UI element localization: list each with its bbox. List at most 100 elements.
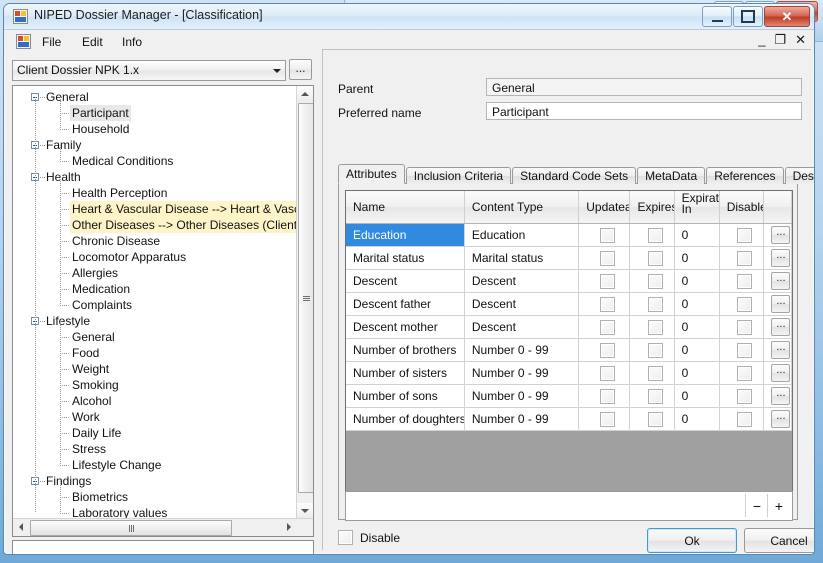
cell-expires[interactable] [629, 407, 675, 431]
disabled-checkbox[interactable] [737, 227, 753, 243]
col-disabled[interactable]: Disabled [719, 191, 764, 224]
table-row[interactable]: Education Education 0... [346, 223, 792, 247]
cell-content-type[interactable]: Number 0 - 99 [464, 361, 580, 385]
cell-name[interactable]: Number of sisters [346, 361, 465, 385]
cell-disabled[interactable] [719, 361, 764, 385]
tree-item[interactable]: Health [13, 169, 297, 185]
row-more-button[interactable]: ... [771, 272, 791, 290]
expires-checkbox[interactable] [648, 250, 663, 266]
tree-item[interactable]: Lifestyle Change [13, 457, 297, 473]
row-more-button[interactable]: ... [771, 410, 791, 428]
browse-button[interactable]: ... [289, 59, 312, 80]
tree-hscroll-thumb[interactable] [30, 520, 232, 536]
cell-disabled[interactable] [719, 338, 764, 362]
cell-content-type[interactable]: Descent [464, 269, 580, 293]
menu-item-file[interactable]: File [37, 34, 66, 50]
scroll-up-icon[interactable] [297, 86, 313, 102]
tab-description[interactable]: Description [784, 167, 814, 184]
mdi-close-icon[interactable]: ✕ [795, 33, 806, 47]
title-bar[interactable]: NIPED Dossier Manager - [Classification]… [4, 4, 814, 30]
cell-actions[interactable]: ... [763, 407, 792, 431]
tree-item[interactable]: Work [13, 409, 297, 425]
cell-actions[interactable]: ... [763, 269, 792, 293]
cell-content-type[interactable]: Number 0 - 99 [464, 338, 580, 362]
cell-expires[interactable] [629, 315, 675, 339]
preferred-name-field[interactable]: Participant [486, 102, 802, 120]
tree-item[interactable]: Lifestyle [13, 313, 297, 329]
table-row[interactable]: Number of doughters Number 0 - 99 0... [346, 407, 792, 431]
table-row[interactable]: Descent Descent 0... [346, 269, 792, 293]
disabled-checkbox[interactable] [737, 388, 753, 404]
row-more-button[interactable]: ... [771, 249, 791, 267]
row-more-button[interactable]: ... [771, 364, 791, 382]
attributes-grid[interactable]: Name Content Type Updateabl Expires Expi… [345, 190, 793, 492]
tree-item[interactable]: Heart & Vascular Disease --> Heart & Vas… [13, 201, 297, 217]
cell-content-type[interactable]: Number 0 - 99 [464, 407, 580, 431]
cell-expiration-in[interactable]: 0 [674, 338, 720, 362]
cell-expires[interactable] [629, 246, 675, 270]
cell-expiration-in[interactable]: 0 [674, 292, 720, 316]
tree-item[interactable]: Other Diseases --> Other Diseases (Clien… [13, 217, 297, 233]
cell-updateable[interactable] [578, 338, 631, 362]
cell-content-type[interactable]: Education [464, 223, 580, 247]
updateable-checkbox[interactable] [600, 273, 616, 289]
disabled-checkbox[interactable] [737, 273, 753, 289]
menu-item-info[interactable]: Info [117, 34, 147, 50]
tree-detail-box[interactable] [12, 540, 314, 554]
cell-expiration-in[interactable]: 0 [674, 269, 720, 293]
tab-metadata[interactable]: MetaData [637, 167, 706, 184]
tree-item[interactable]: Stress [13, 441, 297, 457]
cell-updateable[interactable] [578, 223, 631, 247]
cell-disabled[interactable] [719, 315, 764, 339]
updateable-checkbox[interactable] [600, 227, 616, 243]
remove-row-button[interactable]: − [745, 494, 768, 517]
tree-item[interactable]: Alcohol [13, 393, 297, 409]
cell-expires[interactable] [629, 384, 675, 408]
cell-updateable[interactable] [578, 269, 631, 293]
table-row[interactable]: Number of sons Number 0 - 99 0... [346, 384, 792, 408]
cell-disabled[interactable] [719, 384, 764, 408]
tree-item[interactable]: Chronic Disease [13, 233, 297, 249]
updateable-checkbox[interactable] [600, 342, 616, 358]
add-row-button[interactable]: + [767, 494, 790, 517]
tree-item[interactable]: Findings [13, 473, 297, 489]
tree-item[interactable]: Family [13, 137, 297, 153]
cell-updateable[interactable] [578, 292, 631, 316]
updateable-checkbox[interactable] [600, 250, 616, 266]
expires-checkbox[interactable] [648, 296, 663, 312]
cell-updateable[interactable] [578, 315, 631, 339]
cell-expires[interactable] [629, 361, 675, 385]
tree-item[interactable]: General [13, 329, 297, 345]
row-more-button[interactable]: ... [771, 318, 791, 336]
classification-tree[interactable]: General Participant Household Family Medical… [12, 85, 314, 537]
cell-expiration-in[interactable]: 0 [674, 315, 720, 339]
maximize-button[interactable] [733, 6, 763, 27]
mdi-minimize-icon[interactable]: _ [758, 33, 765, 47]
parent-field[interactable]: General [486, 78, 802, 96]
table-row[interactable]: Descent father Descent 0... [346, 292, 792, 316]
cell-actions[interactable]: ... [763, 338, 792, 362]
tab-references[interactable]: References [706, 167, 784, 184]
cell-actions[interactable]: ... [763, 315, 792, 339]
cell-name[interactable]: Number of sons [346, 384, 465, 408]
tree-horizontal-scrollbar[interactable] [13, 518, 313, 536]
expires-checkbox[interactable] [648, 411, 663, 427]
expires-checkbox[interactable] [648, 319, 663, 335]
tree-vertical-scrollbar[interactable] [296, 86, 313, 519]
close-button[interactable]: ✕ [764, 6, 810, 27]
tree-item[interactable]: Food [13, 345, 297, 361]
updateable-checkbox[interactable] [600, 411, 616, 427]
cell-expiration-in[interactable]: 0 [674, 384, 720, 408]
cell-expiration-in[interactable]: 0 [674, 361, 720, 385]
cell-content-type[interactable]: Descent [464, 292, 580, 316]
cell-disabled[interactable] [719, 269, 764, 293]
tree-item[interactable]: Laboratory values [13, 505, 297, 519]
tree-item[interactable]: Medical Conditions [13, 153, 297, 169]
cell-updateable[interactable] [578, 407, 631, 431]
disabled-checkbox[interactable] [737, 319, 753, 335]
cell-content-type[interactable]: Marital status [464, 246, 580, 270]
col-expiration-in[interactable]: Expiration In [674, 191, 720, 224]
tree-item[interactable]: Biometrics [13, 489, 297, 505]
cell-expires[interactable] [629, 223, 675, 247]
updateable-checkbox[interactable] [600, 296, 616, 312]
